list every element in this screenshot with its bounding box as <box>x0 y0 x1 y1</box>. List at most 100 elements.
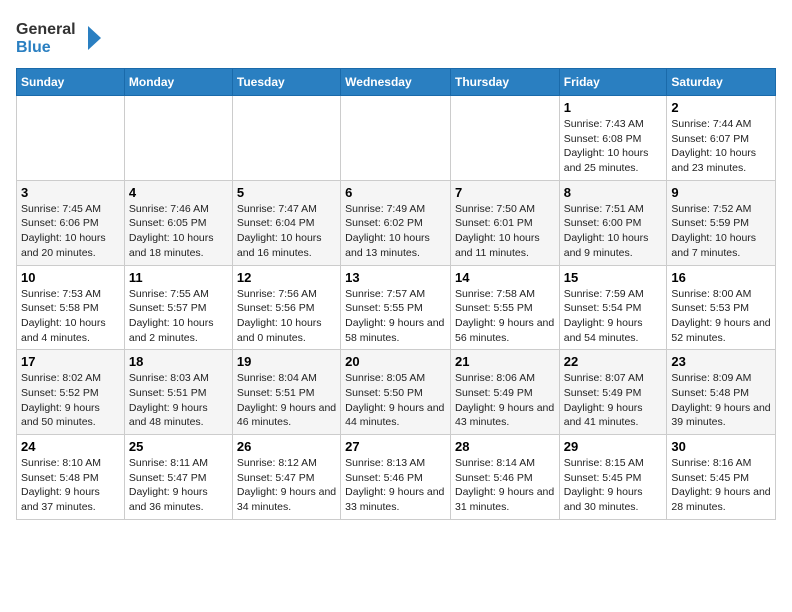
day-number: 19 <box>237 354 336 369</box>
day-number: 12 <box>237 270 336 285</box>
calendar-cell: 2Sunrise: 7:44 AM Sunset: 6:07 PM Daylig… <box>667 96 776 181</box>
weekday-header: Thursday <box>450 69 559 96</box>
day-number: 11 <box>129 270 228 285</box>
calendar-cell: 10 Sunrise: 7:53 AM Sunset: 5:58 PM Dayli… <box>17 265 125 350</box>
day-info: Sunrise: 7:57 AM Sunset: 5:55 PM Dayligh… <box>345 287 446 346</box>
weekday-header: Sunday <box>17 69 125 96</box>
svg-text:General: General <box>16 21 76 38</box>
day-info: Sunrise: 7:50 AM Sunset: 6:01 PM Dayligh… <box>455 202 555 261</box>
day-info: Sunrise: 8:12 AM Sunset: 5:47 PM Dayligh… <box>237 456 336 515</box>
day-info: Sunrise: 7:51 AM Sunset: 6:00 PM Dayligh… <box>564 202 663 261</box>
calendar-cell: 5 Sunrise: 7:47 AM Sunset: 6:04 PM Daylig… <box>232 180 340 265</box>
calendar-cell: 4 Sunrise: 7:46 AM Sunset: 6:05 PM Daylig… <box>124 180 232 265</box>
day-number: 28 <box>455 439 555 454</box>
day-info: Sunrise: 7:43 AM Sunset: 6:08 PM Dayligh… <box>564 117 663 176</box>
calendar-cell: 12 Sunrise: 7:56 AM Sunset: 5:56 PM Dayli… <box>232 265 340 350</box>
calendar-row: 17Sunrise: 8:02 AM Sunset: 5:52 PM Dayli… <box>17 350 776 435</box>
day-number: 30 <box>671 439 771 454</box>
day-info: Sunrise: 7:53 AM Sunset: 5:58 PM Dayligh… <box>21 287 120 346</box>
calendar-row: 3 Sunrise: 7:45 AM Sunset: 6:06 PM Daylig… <box>17 180 776 265</box>
day-number: 25 <box>129 439 228 454</box>
calendar-cell: 21 Sunrise: 8:06 AM Sunset: 5:49 PM Dayli… <box>450 350 559 435</box>
day-number: 24 <box>21 439 120 454</box>
header-row: SundayMondayTuesdayWednesdayThursdayFrid… <box>17 69 776 96</box>
day-info: Sunrise: 8:05 AM Sunset: 5:50 PM Dayligh… <box>345 371 446 430</box>
day-number: 15 <box>564 270 663 285</box>
calendar-cell: 13Sunrise: 7:57 AM Sunset: 5:55 PM Dayli… <box>341 265 451 350</box>
day-number: 1 <box>564 100 663 115</box>
day-number: 8 <box>564 185 663 200</box>
calendar-cell: 8 Sunrise: 7:51 AM Sunset: 6:00 PM Daylig… <box>559 180 667 265</box>
calendar-cell <box>124 96 232 181</box>
calendar-cell: 28 Sunrise: 8:14 AM Sunset: 5:46 PM Dayli… <box>450 435 559 520</box>
day-info: Sunrise: 7:45 AM Sunset: 6:06 PM Dayligh… <box>21 202 120 261</box>
day-info: Sunrise: 8:06 AM Sunset: 5:49 PM Dayligh… <box>455 371 555 430</box>
day-info: Sunrise: 8:07 AM Sunset: 5:49 PM Dayligh… <box>564 371 663 430</box>
weekday-header: Monday <box>124 69 232 96</box>
svg-text:Blue: Blue <box>16 39 51 56</box>
calendar-cell <box>341 96 451 181</box>
day-info: Sunrise: 8:15 AM Sunset: 5:45 PM Dayligh… <box>564 456 663 515</box>
day-number: 7 <box>455 185 555 200</box>
calendar-cell: 9 Sunrise: 7:52 AM Sunset: 5:59 PM Daylig… <box>667 180 776 265</box>
day-info: Sunrise: 7:55 AM Sunset: 5:57 PM Dayligh… <box>129 287 228 346</box>
calendar-cell: 20 Sunrise: 8:05 AM Sunset: 5:50 PM Dayli… <box>341 350 451 435</box>
day-number: 14 <box>455 270 555 285</box>
day-number: 3 <box>21 185 120 200</box>
day-info: Sunrise: 8:14 AM Sunset: 5:46 PM Dayligh… <box>455 456 555 515</box>
day-number: 16 <box>671 270 771 285</box>
day-number: 23 <box>671 354 771 369</box>
day-info: Sunrise: 8:10 AM Sunset: 5:48 PM Dayligh… <box>21 456 120 515</box>
calendar-cell: 29 Sunrise: 8:15 AM Sunset: 5:45 PM Dayli… <box>559 435 667 520</box>
day-info: Sunrise: 8:13 AM Sunset: 5:46 PM Dayligh… <box>345 456 446 515</box>
day-info: Sunrise: 7:52 AM Sunset: 5:59 PM Dayligh… <box>671 202 771 261</box>
day-info: Sunrise: 7:56 AM Sunset: 5:56 PM Dayligh… <box>237 287 336 346</box>
day-number: 2 <box>671 100 771 115</box>
day-number: 6 <box>345 185 446 200</box>
day-number: 18 <box>129 354 228 369</box>
day-number: 17 <box>21 354 120 369</box>
day-info: Sunrise: 7:47 AM Sunset: 6:04 PM Dayligh… <box>237 202 336 261</box>
calendar-row: 24 Sunrise: 8:10 AM Sunset: 5:48 PM Dayli… <box>17 435 776 520</box>
day-info: Sunrise: 7:49 AM Sunset: 6:02 PM Dayligh… <box>345 202 446 261</box>
calendar-cell: 11 Sunrise: 7:55 AM Sunset: 5:57 PM Dayli… <box>124 265 232 350</box>
day-info: Sunrise: 8:00 AM Sunset: 5:53 PM Dayligh… <box>671 287 771 346</box>
day-number: 27 <box>345 439 446 454</box>
day-info: Sunrise: 8:09 AM Sunset: 5:48 PM Dayligh… <box>671 371 771 430</box>
calendar-table: SundayMondayTuesdayWednesdayThursdayFrid… <box>16 68 776 520</box>
day-number: 21 <box>455 354 555 369</box>
calendar-cell: 27 Sunrise: 8:13 AM Sunset: 5:46 PM Dayli… <box>341 435 451 520</box>
calendar-cell: 1 Sunrise: 7:43 AM Sunset: 6:08 PM Daylig… <box>559 96 667 181</box>
day-number: 10 <box>21 270 120 285</box>
day-number: 29 <box>564 439 663 454</box>
day-info: Sunrise: 8:04 AM Sunset: 5:51 PM Dayligh… <box>237 371 336 430</box>
calendar-cell: 19 Sunrise: 8:04 AM Sunset: 5:51 PM Dayli… <box>232 350 340 435</box>
calendar-header: SundayMondayTuesdayWednesdayThursdayFrid… <box>17 69 776 96</box>
day-info: Sunrise: 7:59 AM Sunset: 5:54 PM Dayligh… <box>564 287 663 346</box>
calendar-cell: 15 Sunrise: 7:59 AM Sunset: 5:54 PM Dayli… <box>559 265 667 350</box>
logo-svg: GeneralBlue <box>16 16 116 60</box>
day-number: 9 <box>671 185 771 200</box>
weekday-header: Friday <box>559 69 667 96</box>
day-info: Sunrise: 7:58 AM Sunset: 5:55 PM Dayligh… <box>455 287 555 346</box>
weekday-header: Wednesday <box>341 69 451 96</box>
day-number: 20 <box>345 354 446 369</box>
calendar-cell: 18 Sunrise: 8:03 AM Sunset: 5:51 PM Dayli… <box>124 350 232 435</box>
page-header: GeneralBlue <box>16 16 776 60</box>
calendar-cell: 16 Sunrise: 8:00 AM Sunset: 5:53 PM Dayli… <box>667 265 776 350</box>
day-number: 26 <box>237 439 336 454</box>
calendar-cell <box>232 96 340 181</box>
calendar-cell: 24 Sunrise: 8:10 AM Sunset: 5:48 PM Dayli… <box>17 435 125 520</box>
calendar-cell: 26 Sunrise: 8:12 AM Sunset: 5:47 PM Dayli… <box>232 435 340 520</box>
calendar-cell: 14 Sunrise: 7:58 AM Sunset: 5:55 PM Dayli… <box>450 265 559 350</box>
calendar-row: 10 Sunrise: 7:53 AM Sunset: 5:58 PM Dayli… <box>17 265 776 350</box>
day-number: 5 <box>237 185 336 200</box>
day-number: 4 <box>129 185 228 200</box>
calendar-cell: 25Sunrise: 8:11 AM Sunset: 5:47 PM Dayli… <box>124 435 232 520</box>
calendar-cell <box>450 96 559 181</box>
calendar-cell: 6 Sunrise: 7:49 AM Sunset: 6:02 PM Daylig… <box>341 180 451 265</box>
day-info: Sunrise: 8:03 AM Sunset: 5:51 PM Dayligh… <box>129 371 228 430</box>
calendar-cell <box>17 96 125 181</box>
day-info: Sunrise: 7:46 AM Sunset: 6:05 PM Dayligh… <box>129 202 228 261</box>
logo: GeneralBlue <box>16 16 116 60</box>
